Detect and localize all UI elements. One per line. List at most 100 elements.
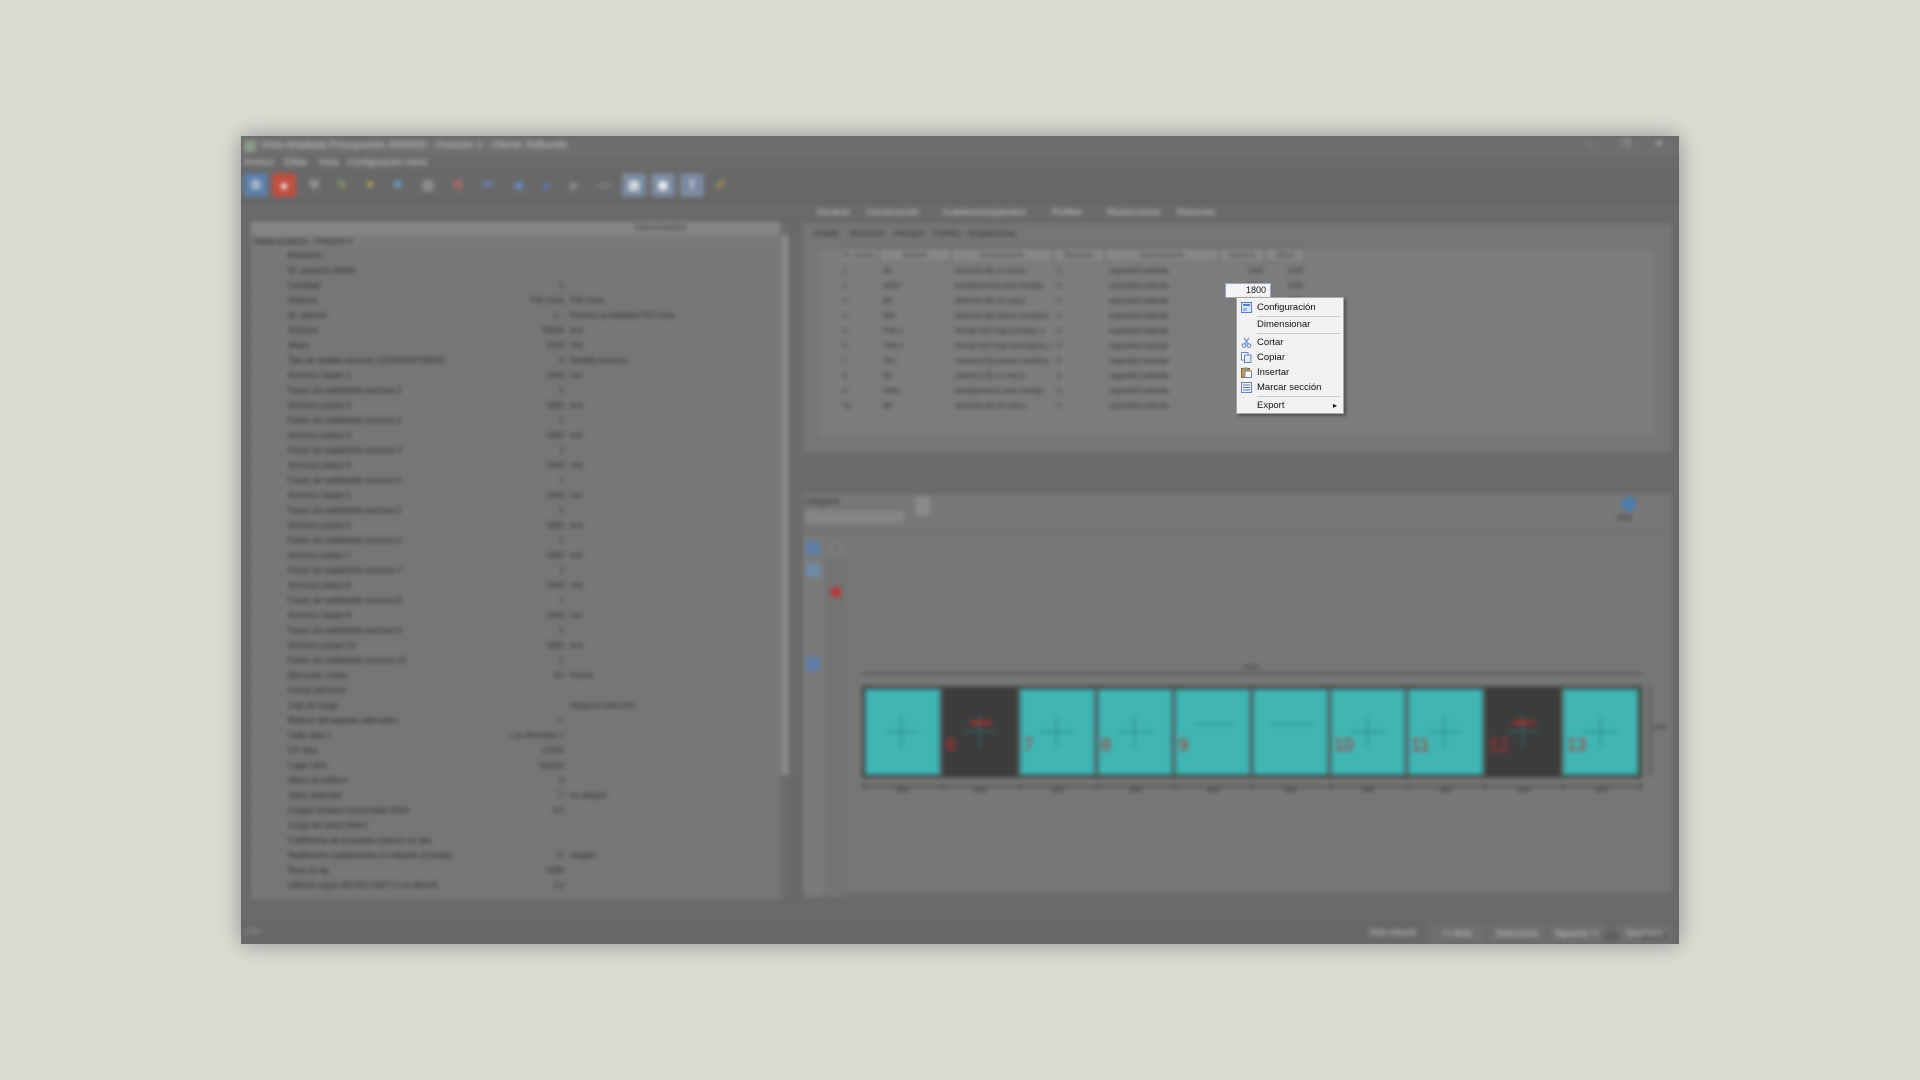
subtab-herrajes[interactable]: Herrajes [894, 229, 924, 238]
table-cell[interactable]: S8V [883, 354, 949, 369]
tool-icon[interactable]: ⚒ [302, 173, 326, 197]
table-cell[interactable]: 6 [843, 339, 877, 354]
menu-item-copiar[interactable]: Copiar [1237, 350, 1343, 365]
property-value[interactable]: 1 [498, 626, 564, 635]
menu-item-insertar[interactable]: Insertar [1237, 365, 1343, 380]
table-cell[interactable]: 2 [843, 279, 877, 294]
tab-construccion[interactable]: Construcción [867, 207, 920, 217]
minimize-button[interactable]: – [1587, 139, 1593, 150]
property-value[interactable]: 1... [498, 311, 564, 320]
property-row[interactable]: Factor de subdivisión anchura 7 1 [250, 564, 780, 580]
column-header[interactable]: Denominación [1105, 248, 1219, 262]
property-value[interactable]: 0 [498, 356, 564, 365]
stop-icon[interactable]: ● [272, 173, 296, 197]
table-cell[interactable]: elemento fijo puerta corredera [955, 309, 1051, 324]
table-cell[interactable]: 10 [843, 399, 877, 414]
menu-item-configuracion[interactable]: Configuración [1237, 300, 1343, 315]
property-row[interactable]: Factor de subdivisión anchura 1 1 [250, 384, 780, 400]
drawing-panel[interactable]: 11 [1408, 689, 1483, 775]
select-button[interactable]: Seleccionar [1489, 925, 1545, 943]
drawing-panel[interactable] [1253, 689, 1328, 775]
table-cell[interactable]: prealojamiento para montaje [955, 384, 1051, 399]
property-value[interactable]: 4G [498, 671, 564, 680]
table-cell[interactable]: 0 [1057, 324, 1103, 339]
property-row[interactable]: Factor de subdivisión anchura 4 1 [250, 474, 780, 490]
property-row[interactable]: Nr. posición cliente [250, 264, 780, 280]
property-value[interactable]: 12345 [498, 746, 564, 755]
table-cell[interactable]: 2200 [1269, 279, 1303, 294]
property-value[interactable]: 1 [498, 596, 564, 605]
column-header[interactable]: Anchura [1219, 248, 1265, 262]
column-header[interactable]: Ejecución [1053, 248, 1105, 262]
property-row[interactable]: Factor de subdivisión anchura 6 1 [250, 534, 780, 550]
property-value[interactable]: 1 [498, 506, 564, 515]
property-row[interactable]: Cantidad 1 [250, 279, 780, 295]
wand-icon[interactable]: ✦ [358, 173, 382, 197]
column-header[interactable]: Denominación [951, 248, 1053, 262]
table-cell[interactable]: 0 [1057, 399, 1103, 414]
table-cell[interactable]: elemento fijo en marco [955, 369, 1051, 384]
drawing-panel[interactable]: 8 [1097, 689, 1173, 775]
property-row[interactable]: Nr. artículo 1... Puertas acristalada FIN-… [250, 309, 780, 325]
subtab-perfiles[interactable]: Perfiles [934, 229, 961, 238]
export-icon[interactable]: ⇪ [680, 173, 704, 197]
property-row[interactable]: Forma elemento [250, 684, 780, 700]
table-cell[interactable]: elemento fijo puerta corredera [955, 354, 1051, 369]
property-row[interactable]: Tipo de medida anchura 1/2/3/4/5/6/7/8/9… [250, 354, 780, 370]
property-row[interactable]: Caja de carga Ninguna selección [250, 699, 780, 715]
table-cell[interactable]: seguridad estándar [1109, 309, 1217, 324]
property-row[interactable]: Anchura 18000 mm [250, 324, 780, 340]
sheet-icon[interactable] [914, 495, 932, 517]
property-value[interactable]: Madrid [498, 761, 564, 770]
property-row[interactable]: Factor de subdivisión anchura 8 1 [250, 594, 780, 610]
property-row[interactable]: Anchura campo 2 1800 mm [250, 399, 780, 415]
property-row[interactable]: Anchura campo 1 1800 mm [250, 369, 780, 385]
tab-resumen[interactable]: Resumen [1177, 207, 1216, 217]
table-cell[interactable]: 0 [1057, 369, 1103, 384]
property-row[interactable]: Altura de edificio 0 [250, 774, 780, 790]
filter-icon[interactable] [1622, 497, 1636, 511]
table-cell[interactable]: seguridad estándar [1109, 384, 1217, 399]
circle-tool-icon[interactable] [829, 541, 843, 555]
menu-editar[interactable]: Editar [284, 157, 308, 167]
back-button[interactable]: << Atrás [1429, 925, 1485, 943]
subtab-elemento[interactable]: Elemento [850, 229, 884, 238]
property-row[interactable]: Anchura campo 10 1800 mm [250, 639, 780, 655]
property-value[interactable]: Las Ramblas 1 [498, 731, 564, 740]
table-cell[interactable]: TR8-1 [883, 324, 949, 339]
property-value[interactable]: 0 [498, 776, 564, 785]
property-value[interactable]: 1800 [498, 521, 564, 530]
close-button[interactable]: ✕ [1655, 139, 1663, 150]
property-value[interactable]: 1800 [498, 641, 564, 650]
property-value[interactable]: 18000 [498, 326, 564, 335]
export-tool-icon[interactable] [806, 657, 820, 671]
menu-item-cortar[interactable]: Cortar [1237, 335, 1343, 350]
property-value[interactable]: 1800 [498, 551, 564, 560]
drawing-panel[interactable]: HR01 6 [942, 689, 1018, 775]
last-icon[interactable]: ⏭ [592, 173, 616, 197]
category-select[interactable] [804, 509, 906, 525]
property-row[interactable]: Anchura campo 7 1800 mm [250, 549, 780, 565]
select-tool-icon[interactable] [806, 541, 820, 555]
property-value[interactable]: 1 [498, 566, 564, 575]
table-cell[interactable]: 0 [1057, 339, 1103, 354]
table-cell[interactable]: HR01 [883, 384, 949, 399]
property-value[interactable]: 1800 [498, 401, 564, 410]
tab-restricciones[interactable]: Restricciones [1107, 207, 1161, 217]
property-value[interactable]: 0,5 [498, 806, 564, 815]
property-value[interactable]: ☑ [498, 851, 564, 860]
menu-configuracion[interactable]: Configuración menú [347, 157, 428, 167]
table-cell[interactable]: 0 [1057, 309, 1103, 324]
table-cell[interactable]: seguridad estándar [1109, 279, 1217, 294]
property-value[interactable]: ☐ [498, 791, 564, 800]
property-value[interactable]: 1 [498, 446, 564, 455]
table-cell[interactable]: seguridad estándar [1109, 264, 1217, 279]
table-cell[interactable]: 0 [1057, 279, 1103, 294]
property-row[interactable]: CP obra 12345 [250, 744, 780, 760]
next-button[interactable]: Siguiente >> [1549, 925, 1605, 943]
menu-item-marcar-seccion[interactable]: Marcar sección [1237, 380, 1343, 395]
table-cell[interactable]: seguridad estándar [1109, 369, 1217, 384]
property-value[interactable]: 1800 [498, 461, 564, 470]
property-value[interactable]: 1 [498, 536, 564, 545]
first-icon[interactable]: ⏮ [476, 173, 500, 197]
